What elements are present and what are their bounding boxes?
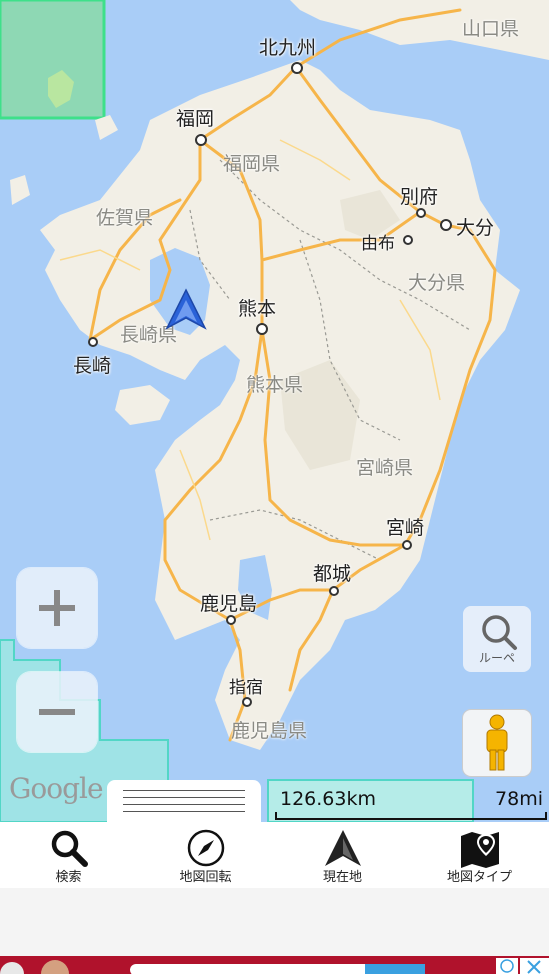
pref-label-oita: 大分県 [408,272,466,294]
city-label-nagasaki: 長崎 [73,355,112,377]
handle-line [123,797,245,798]
map-type-button[interactable]: 地図タイプ [411,822,548,888]
location-label: 現在地 [322,870,362,885]
loupe-button[interactable]: ルーペ [463,606,531,672]
city-label-yufu: 由布 [361,234,395,254]
plus-icon [39,590,75,626]
ad-banner[interactable] [0,956,549,974]
city-label-fukuoka: 福岡 [176,108,215,130]
map-view[interactable]: 山口県 福岡県 佐賀県 大分県 長崎県 熊本県 宮崎県 鹿児島県 北九州 福岡 … [0,0,549,822]
pref-label-kumamoto: 熊本県 [246,374,304,396]
bottom-toolbar: 検索 地図回転 現在地 地図タイプ [0,822,549,888]
city-marker [416,208,426,218]
city-label-ibusuki: 指宿 [229,678,263,698]
city-label-miyakonojo: 都城 [313,563,352,585]
compass-icon [187,829,224,867]
city-label-oita: 大分 [456,217,495,239]
city-marker [226,615,236,625]
minus-icon [39,709,75,715]
search-icon [51,830,88,867]
magnifier-icon [482,615,517,650]
navigation-arrow-icon [324,830,361,866]
scale-bar: 126.63km 78mi [268,780,549,822]
city-marker [88,337,98,347]
pref-label-kagoshima: 鹿児島県 [231,720,308,742]
search-label: 検索 [55,870,82,885]
city-marker [291,62,303,74]
pref-label-miyazaki: 宮崎県 [356,457,414,479]
city-marker [242,697,252,707]
city-label-miyazaki: 宮崎 [386,517,425,539]
pref-label-saga: 佐賀県 [96,207,154,229]
city-marker [440,219,452,231]
loupe-label: ルーペ [478,651,515,665]
pegman-icon [486,714,508,771]
city-label-kagoshima: 鹿児島 [200,593,258,615]
city-marker [329,586,339,596]
map-type-icon [460,832,499,868]
city-marker [256,323,268,335]
ad-banner-art [0,958,549,974]
current-location-arrow-icon [165,288,207,330]
pref-label-yamaguchi: 山口県 [462,18,520,40]
handle-line [123,804,245,805]
google-logo: Google [9,772,104,805]
city-label-kitakyushu: 北九州 [259,37,317,59]
current-location-button[interactable]: 現在地 [274,822,411,888]
rotate-map-button[interactable]: 地図回転 [137,822,274,888]
city-marker [195,134,207,146]
pref-label-fukuoka: 福岡県 [223,153,281,175]
city-label-kumamoto: 熊本 [238,298,277,320]
zoom-in-button[interactable] [17,568,97,648]
city-label-beppu: 別府 [400,186,439,208]
city-marker [403,235,413,245]
rotate-label: 地図回転 [179,870,232,885]
street-view-button[interactable] [463,710,531,776]
search-button[interactable]: 検索 [0,822,137,888]
zoom-out-button[interactable] [17,672,97,752]
city-marker [402,540,412,550]
drawer-handle[interactable] [107,780,261,822]
scale-km: 126.63km [280,788,376,810]
maptype-label: 地図タイプ [446,870,512,885]
scale-line [275,812,547,820]
handle-line [123,790,245,791]
handle-line [123,811,245,812]
scale-mi: 78mi [495,788,543,810]
